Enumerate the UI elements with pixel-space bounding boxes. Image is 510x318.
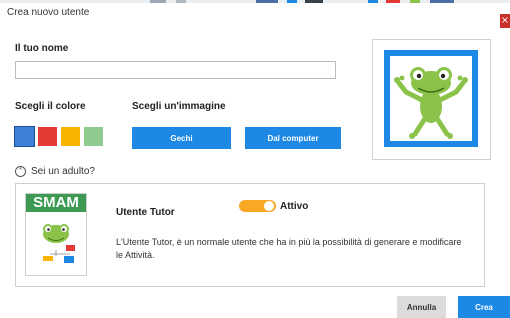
image-label: Scegli un'immagine <box>132 101 226 112</box>
cancel-button[interactable]: Annulla <box>397 296 446 318</box>
tutor-description: L'Utente Tutor, è un normale utente che … <box>116 237 462 260</box>
color-swatch-green[interactable] <box>84 127 103 146</box>
gechi-button[interactable]: Gechi <box>132 127 231 149</box>
tutor-active-switch[interactable] <box>239 200 276 212</box>
background-window-strip <box>0 0 510 3</box>
color-swatch-yellow[interactable] <box>61 127 80 146</box>
avatar-background <box>390 56 472 141</box>
smam-logo-text: SMAM <box>26 194 86 212</box>
from-computer-button[interactable]: Dal computer <box>245 127 341 149</box>
tutor-card: SMAM <box>15 183 485 287</box>
close-button[interactable]: × <box>500 14 510 28</box>
gecko-icon <box>394 67 468 139</box>
smam-illustration <box>43 224 75 263</box>
name-label: Il tuo nome <box>15 43 69 54</box>
image-preview <box>372 39 491 160</box>
color-swatch-blue[interactable] <box>14 126 35 147</box>
name-input[interactable] <box>15 61 336 79</box>
create-button[interactable]: Crea <box>458 296 510 318</box>
adult-toggle[interactable]: ˄ Sei un adulto? <box>15 166 95 177</box>
avatar-frame <box>384 50 478 147</box>
chevron-up-icon: ˄ <box>15 166 26 177</box>
smam-logo: SMAM <box>25 193 87 276</box>
color-swatch-red[interactable] <box>38 127 57 146</box>
tutor-active-label: Attivo <box>280 201 309 212</box>
tutor-title: Utente Tutor <box>116 207 175 218</box>
adult-toggle-label: Sei un adulto? <box>31 166 95 177</box>
color-label: Scegli il colore <box>15 101 86 112</box>
switch-knob <box>264 201 274 211</box>
dialog-title: Crea nuovo utente <box>7 7 90 18</box>
